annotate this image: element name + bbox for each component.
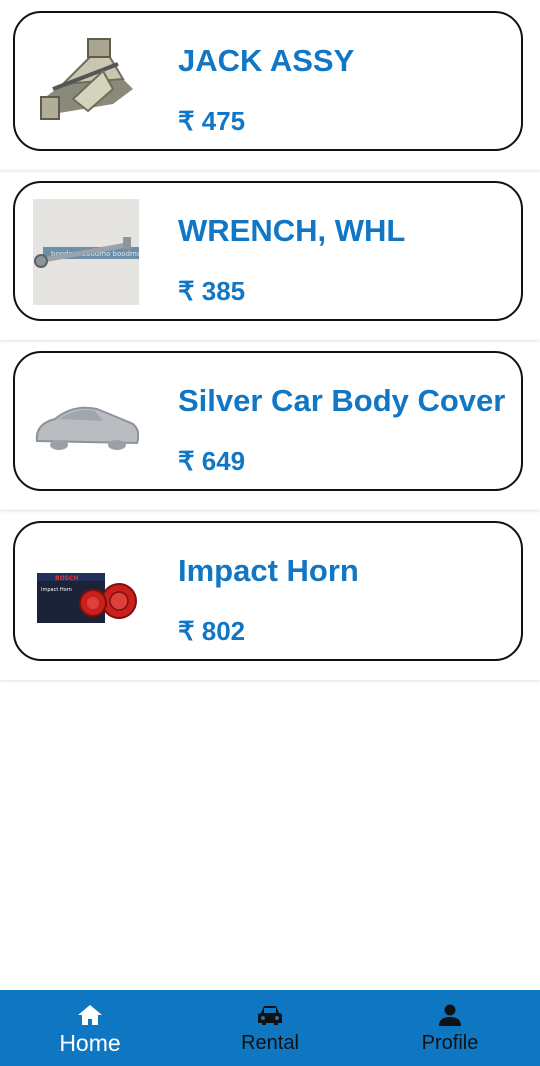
nav-profile-label: Profile (421, 1032, 479, 1054)
product-price: ₹ 802 (178, 616, 246, 646)
product-card-wrapper: JACK ASSY ₹ 475 (0, 0, 540, 170)
product-card-wrapper: boodmo boodmo boodmo WRENCH, WHL ₹ 385 (0, 170, 540, 340)
nav-home[interactable]: Home (0, 990, 180, 1066)
nav-rental-label: Rental (241, 1032, 299, 1054)
product-card[interactable]: Silver Car Body Cover ₹ 649 (13, 351, 523, 491)
product-card-wrapper: BOSCH Impact Horn Impact Horn ₹ 802 (0, 510, 540, 680)
product-price: ₹ 475 (178, 106, 246, 136)
horn-image: BOSCH Impact Horn (37, 573, 137, 623)
jack-image (40, 38, 133, 120)
product-name: Impact Horn (178, 553, 359, 588)
product-name: JACK ASSY (178, 43, 355, 78)
product-card[interactable]: JACK ASSY ₹ 475 (13, 11, 523, 151)
product-price: ₹ 649 (178, 446, 246, 476)
product-card-wrapper: Silver Car Body Cover ₹ 649 (0, 340, 540, 510)
wrench-image: boodmo boodmo boodmo (33, 199, 139, 305)
nav-rental[interactable]: Rental (180, 990, 360, 1066)
car-icon (258, 1006, 282, 1025)
home-icon (78, 1005, 102, 1025)
product-price: ₹ 385 (178, 276, 246, 306)
car-cover-image (35, 406, 139, 450)
product-card[interactable]: boodmo boodmo boodmo WRENCH, WHL ₹ 385 (13, 181, 523, 321)
nav-profile[interactable]: Profile (360, 990, 540, 1066)
product-name: WRENCH, WHL (178, 213, 406, 248)
person-icon (439, 1004, 461, 1026)
product-name: Silver Car Body Cover (178, 383, 506, 418)
horn-box-product: Impact Horn (41, 587, 72, 593)
bottom-nav: Home Rental Profile (0, 990, 540, 1066)
nav-home-label: Home (59, 1030, 121, 1056)
product-card[interactable]: BOSCH Impact Horn Impact Horn ₹ 802 (13, 521, 523, 661)
horn-box-brand: BOSCH (55, 575, 78, 582)
